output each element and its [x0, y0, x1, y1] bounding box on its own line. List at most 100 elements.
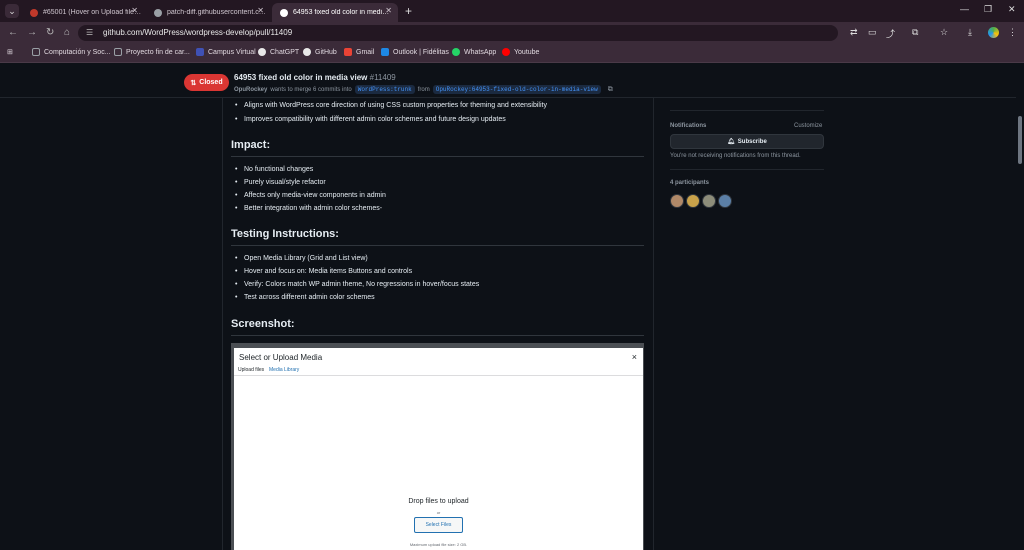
folder-icon — [114, 48, 122, 56]
from-text: from — [417, 86, 430, 93]
pr-title-text: 64953 fixed old color in media view — [234, 73, 368, 82]
participants-label: 4 participants — [670, 180, 710, 186]
tab-title: #65001 (Hover on Upload files ... — [43, 9, 143, 16]
tab-search-icon[interactable]: ⌄ — [5, 4, 19, 18]
bookmark-label: Outlook | Fidélitas — [393, 48, 449, 56]
bookmark-7[interactable]: Outlook | Fidélitas — [381, 48, 449, 56]
base-branch[interactable]: WordPress:trunk — [354, 85, 415, 94]
bookmark-label: Youtube — [514, 48, 540, 56]
meta-text: wants to merge 6 commits into — [270, 86, 352, 93]
sidebar-divider — [670, 110, 824, 111]
subscribe-label: Subscribe — [737, 138, 767, 145]
max-upload-text: Maximum upload file size: 2 GB. — [409, 542, 468, 547]
apps-icon[interactable]: ⊞ — [7, 48, 13, 56]
back-icon[interactable]: ← — [8, 27, 18, 38]
avatar[interactable] — [702, 194, 716, 208]
list-item: Affects only media-view components in ad… — [235, 192, 386, 199]
share-icon[interactable]: ⤴ — [886, 27, 895, 40]
tab-3-active[interactable]: 64953 fixed old color in media v... ✕ — [272, 3, 398, 22]
select-files-button: Select Files — [414, 517, 463, 533]
bookmark-label: Proyecto fin de car... — [126, 48, 190, 56]
pr-title: 64953 fixed old color in media view #114… — [234, 73, 396, 82]
customize-link[interactable]: Customize — [794, 123, 822, 129]
cast-icon[interactable]: ▭ — [868, 27, 877, 38]
bookmark-star-icon[interactable]: ☆ — [940, 27, 948, 38]
bookmark-label: Computación y Soc... — [44, 48, 111, 56]
head-branch[interactable]: OpuRockey:64953-fixed-old-color-in-media… — [432, 85, 601, 94]
close-tab-icon[interactable]: ✕ — [257, 6, 264, 15]
close-window-icon[interactable]: ✕ — [1008, 4, 1016, 15]
bookmark-label: WhatsApp — [464, 48, 497, 56]
tab-upload-files: Upload files — [238, 367, 265, 373]
minimize-icon[interactable]: — — [960, 4, 969, 14]
pr-sticky-header: ⇅ Closed 64953 fixed old color in media … — [0, 64, 1016, 98]
reload-icon[interactable]: ↻ — [46, 27, 54, 38]
wordpress-trac-icon — [30, 8, 38, 17]
bookmark-6[interactable]: Gmail — [344, 48, 374, 56]
avatar[interactable] — [718, 194, 732, 208]
bookmark-label: GitHub — [315, 48, 337, 56]
browser-toolbar: ← → ↻ ⌂ ☰ github.com/WordPress/wordpress… — [0, 22, 1024, 44]
list-item: No functional changes — [235, 166, 313, 173]
download-icon[interactable]: ⤓ — [968, 27, 972, 38]
copy-icon[interactable]: ⧉ — [608, 86, 613, 94]
site-info-icon[interactable]: ☰ — [86, 28, 93, 37]
screenshot-heading: Screenshot: — [231, 318, 295, 330]
restore-icon[interactable]: ❐ — [984, 4, 992, 15]
address-bar[interactable]: ☰ github.com/WordPress/wordpress-develop… — [78, 25, 838, 41]
bookmark-8[interactable]: WhatsApp — [452, 48, 496, 56]
avatar[interactable] — [670, 194, 684, 208]
list-item: Test across different admin color scheme… — [235, 294, 375, 301]
status-label: Closed — [199, 79, 223, 86]
pr-number: #11409 — [369, 73, 396, 82]
author-link[interactable]: OpuRockey — [234, 87, 267, 93]
bookmark-label: Gmail — [356, 48, 375, 56]
tab-1[interactable]: #65001 (Hover on Upload files ... ✕ — [22, 3, 144, 22]
list-item: Open Media Library (Grid and List view) — [235, 255, 368, 262]
close-tab-icon[interactable]: ✕ — [131, 6, 138, 15]
list-item: Aligns with WordPress core direction of … — [235, 102, 547, 109]
github-icon — [280, 8, 288, 17]
bookmark-5[interactable]: GitHub — [303, 48, 337, 56]
bookmark-label: Campus Virtual — [208, 48, 256, 56]
chatgpt-icon — [258, 48, 266, 56]
avatar[interactable] — [686, 194, 700, 208]
bell-icon: 🔔︎ — [727, 139, 735, 145]
bookmark-1[interactable]: Computación y Soc... — [32, 48, 111, 56]
github-page: ⇅ Closed 64953 fixed old color in media … — [0, 64, 1024, 550]
new-tab-icon[interactable]: + — [405, 4, 412, 18]
notification-note: You're not receiving notifications from … — [670, 153, 801, 159]
whatsapp-icon — [452, 48, 460, 56]
impact-heading: Impact: — [231, 139, 271, 151]
youtube-icon — [502, 48, 510, 56]
extensions-icon[interactable]: ⧉ — [912, 27, 918, 38]
close-tab-icon[interactable]: ✕ — [385, 6, 392, 15]
bookmark-2[interactable]: Proyecto fin de car... — [114, 48, 190, 56]
tab-title: 64953 fixed old color in media v... — [293, 9, 393, 16]
outlook-icon — [381, 48, 389, 56]
subscribe-button[interactable]: 🔔︎ Subscribe — [670, 134, 824, 149]
page-scrollbar[interactable] — [1016, 64, 1024, 550]
menu-icon[interactable]: ⋮ — [1008, 27, 1017, 38]
bookmarks-bar: ⊞ Computación y Soc... Proyecto fin de c… — [0, 44, 1024, 63]
bookmark-9[interactable]: Youtube — [502, 48, 539, 56]
forward-icon[interactable]: → — [27, 27, 37, 38]
bookmark-4[interactable]: ChatGPT — [258, 48, 299, 56]
modal-title: Select or Upload Media — [239, 353, 323, 362]
url-text[interactable]: github.com/WordPress/wordpress-develop/p… — [103, 28, 292, 37]
notifications-label: Notifications — [670, 123, 707, 129]
globe-icon — [154, 8, 162, 17]
folder-icon — [32, 48, 40, 56]
drop-files-text: Drop files to upload — [408, 498, 469, 505]
profile-avatar[interactable] — [988, 27, 999, 38]
tab-strip: ⌄ #65001 (Hover on Upload files ... ✕ pa… — [0, 0, 1024, 22]
tab-title: patch-diff.githubusercontent.co... — [167, 9, 267, 16]
testing-heading: Testing Instructions: — [231, 228, 339, 240]
tab-media-library: Media Library — [269, 367, 300, 373]
tab-2[interactable]: patch-diff.githubusercontent.co... ✕ — [146, 3, 270, 22]
home-icon[interactable]: ⌂ — [64, 27, 70, 38]
bookmark-3[interactable]: Campus Virtual — [196, 48, 256, 56]
scrollbar-thumb[interactable] — [1018, 116, 1022, 164]
translate-icon[interactable]: ⇄ — [850, 27, 858, 38]
list-item: Hover and focus on: Media items Buttons … — [235, 268, 412, 275]
